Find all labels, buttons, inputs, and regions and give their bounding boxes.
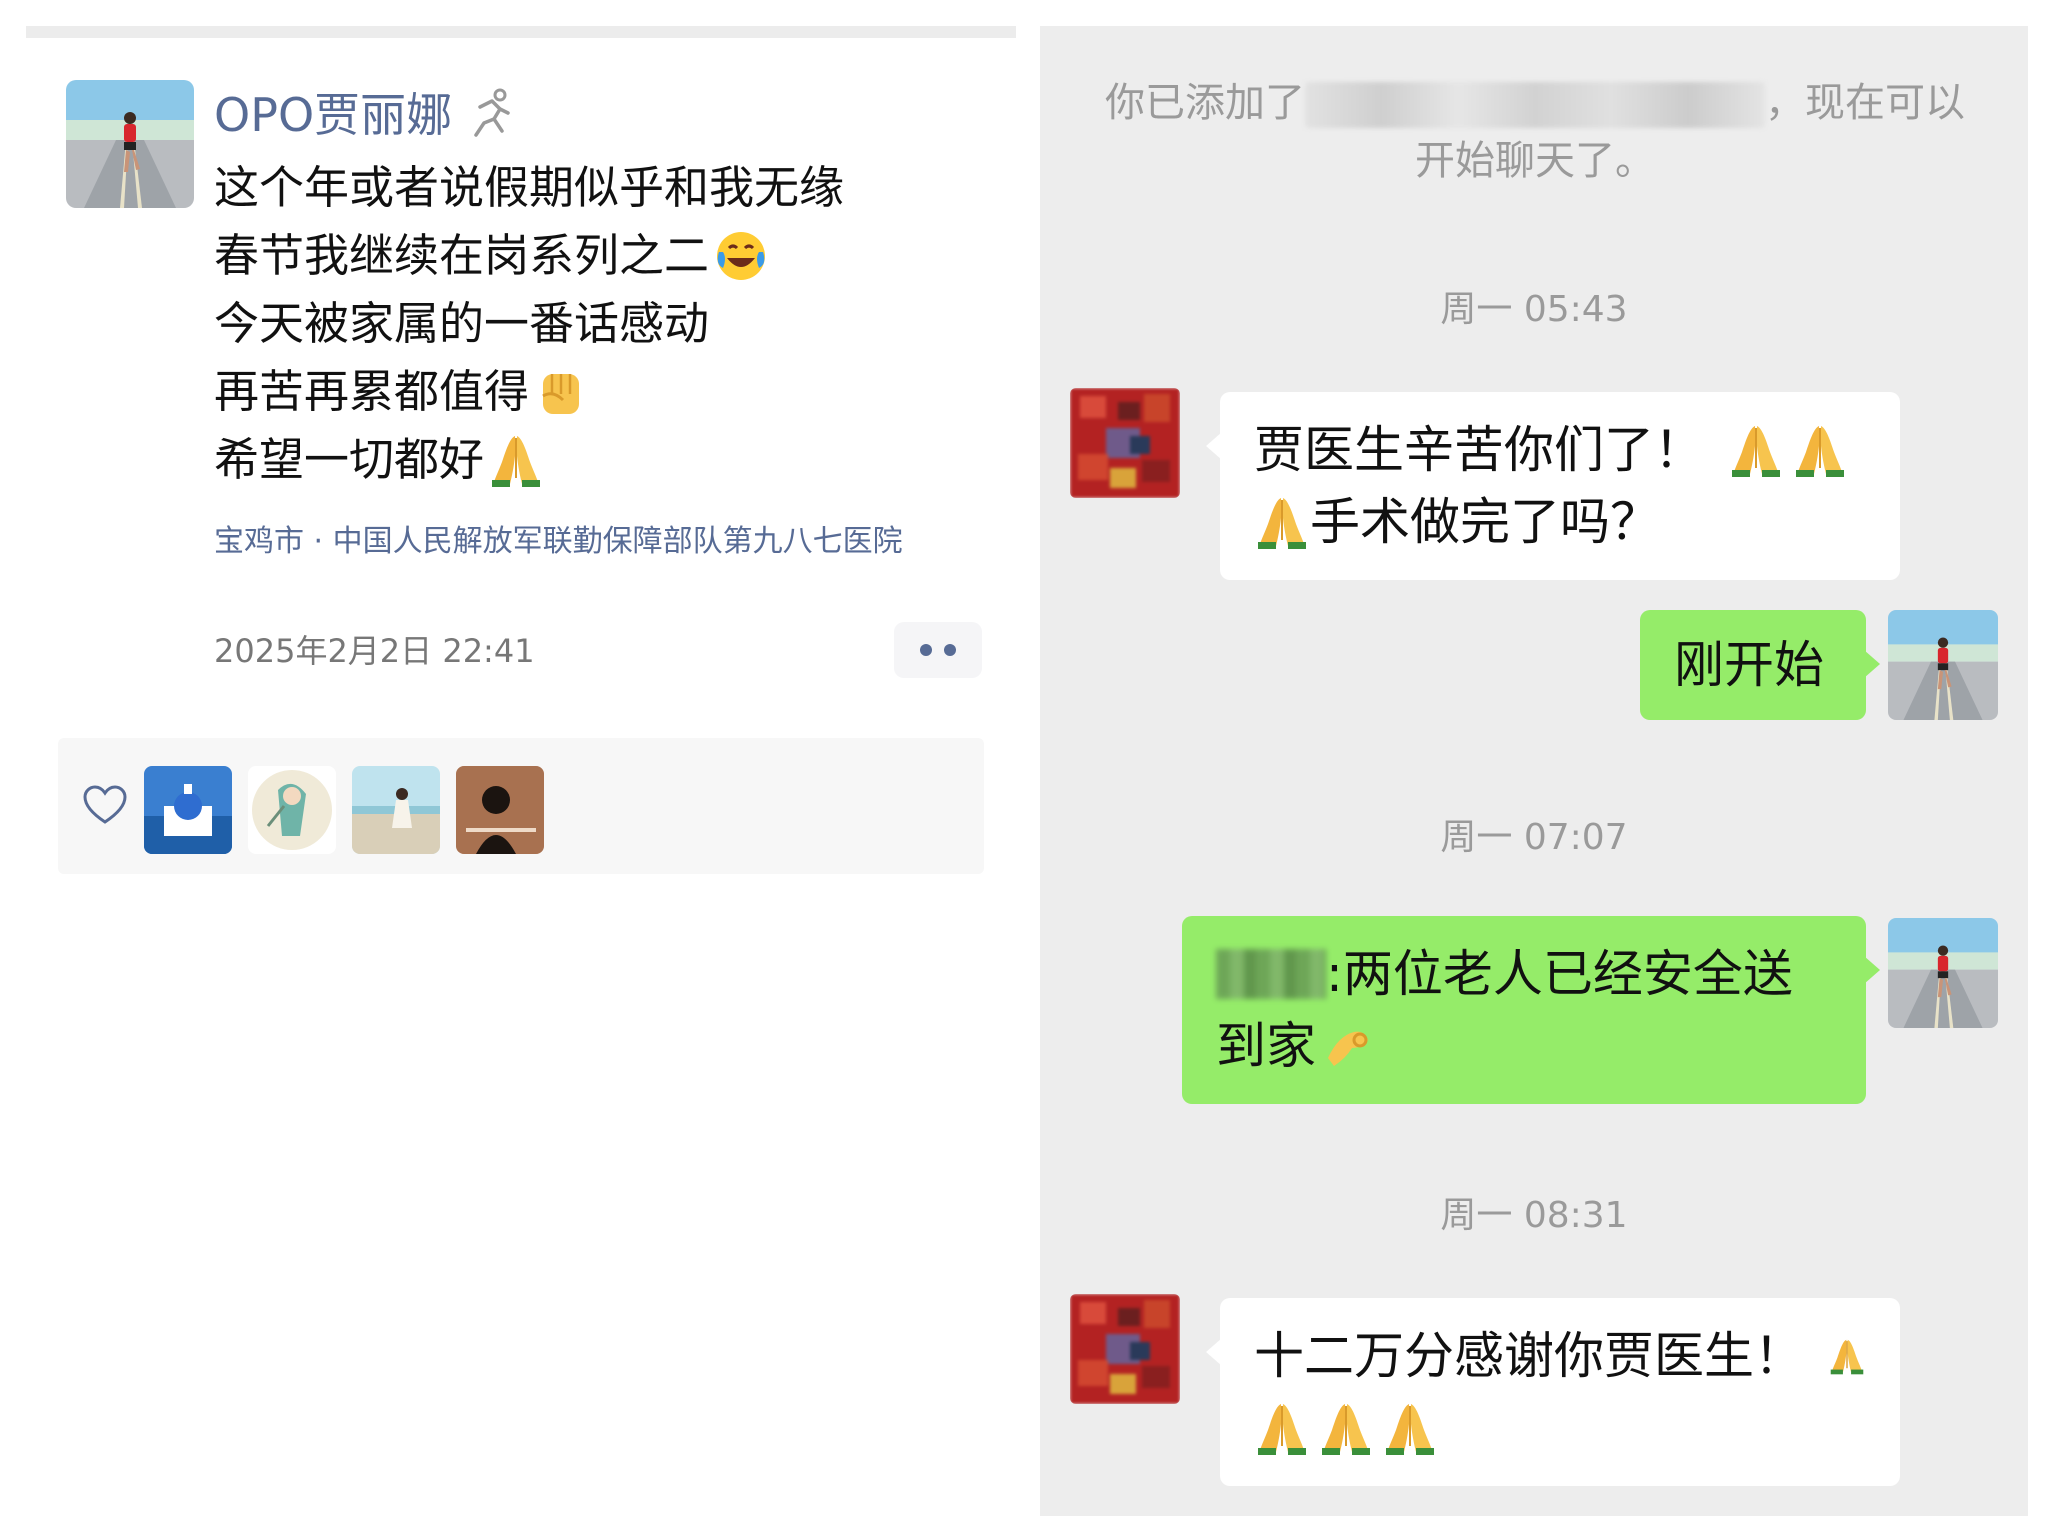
- like-avatar[interactable]: [248, 766, 336, 854]
- likes-section: [58, 738, 984, 874]
- post-location[interactable]: 宝鸡市 · 中国人民解放军联勤保障部队第九八七医院: [214, 516, 903, 560]
- heart-outline-icon[interactable]: [82, 784, 128, 826]
- folded-hands-emoji: [488, 432, 544, 488]
- blurred-sender-name: [1216, 949, 1326, 999]
- more-dot: [920, 644, 932, 656]
- moments-post: OPO贾丽娜 这个年或者说假期似乎和我无缘 春节我继续在岗系列之二 今天被家属的…: [26, 26, 1016, 1516]
- like-avatar[interactable]: [456, 766, 544, 854]
- post-line: 春节我继续在岗系列之二: [214, 222, 994, 290]
- system-note: 你已添加了 ，现在可以开始聊天了。: [1105, 80, 1965, 184]
- post-timestamp: 2025年2月2日 22:41: [214, 632, 535, 670]
- message-bubble-incoming[interactable]: 贾医生辛苦你们了！ 手术做完了吗？: [1206, 392, 1900, 580]
- message-bubble-outgoing[interactable]: :两位老人已经安全送 到家: [1182, 916, 1880, 1104]
- folded-hands-emoji: [1828, 1328, 1866, 1384]
- folded-hands-emoji: [1318, 1400, 1374, 1456]
- author-row: OPO贾丽娜: [214, 82, 514, 142]
- folded-hands-emoji: [1382, 1400, 1438, 1456]
- running-person-icon: [474, 88, 510, 137]
- ok-hand-emoji: [1328, 1031, 1368, 1066]
- contact-avatar[interactable]: [1070, 388, 1180, 498]
- author-avatar[interactable]: [66, 80, 194, 208]
- author-name[interactable]: OPO贾丽娜: [214, 79, 452, 145]
- like-avatar[interactable]: [144, 766, 232, 854]
- chat-timestamp: 周一 08:31: [1440, 1195, 1628, 1236]
- post-line: 希望一切都好: [214, 426, 994, 494]
- post-text: 这个年或者说假期似乎和我无缘 春节我继续在岗系列之二 今天被家属的一番话感动 再…: [214, 154, 994, 494]
- folded-hands-emoji: [1254, 1400, 1310, 1456]
- contact-avatar[interactable]: [1070, 1294, 1180, 1404]
- more-dot: [944, 644, 956, 656]
- chat-window: 你已添加了 ，现在可以开始聊天了。 周一 05:43 贾医生辛苦你们了！ 手术做完…: [1040, 26, 2028, 1516]
- message-bubble-incoming[interactable]: 十二万分感谢你贾医生！: [1206, 1298, 1900, 1486]
- my-avatar[interactable]: [1888, 610, 1998, 720]
- folded-hands-emoji: [1728, 422, 1784, 478]
- my-avatar[interactable]: [1888, 918, 1998, 1028]
- raised-fist-emoji: [542, 374, 580, 414]
- laughing-tears-emoji: [717, 232, 766, 280]
- blurred-contact-name: [1305, 82, 1765, 128]
- folded-hands-emoji: [1254, 494, 1310, 550]
- chat-timestamp: 周一 07:07: [1440, 817, 1628, 858]
- folded-hands-emoji: [1792, 422, 1848, 478]
- more-button[interactable]: [894, 622, 982, 678]
- post-line: 今天被家属的一番话感动: [214, 297, 710, 350]
- like-avatar[interactable]: [352, 766, 440, 854]
- chat-timestamp: 周一 05:43: [1440, 289, 1628, 330]
- post-line: 这个年或者说假期似乎和我无缘: [214, 161, 845, 214]
- message-bubble-outgoing[interactable]: 刚开始: [1640, 610, 1880, 720]
- top-divider: [26, 26, 1016, 38]
- post-line: 再苦再累都值得: [214, 358, 994, 426]
